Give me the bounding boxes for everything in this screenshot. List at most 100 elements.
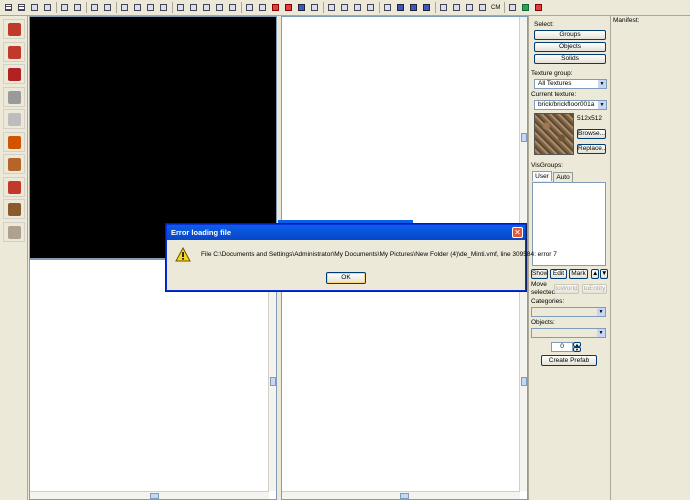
scroll-thumb[interactable]	[521, 133, 527, 142]
current-texture-value: brick/brickfloor001a	[538, 101, 595, 108]
flip-icon	[367, 4, 374, 11]
toolbar-rect-button[interactable]	[29, 2, 40, 13]
toolbar-grid-toggle-button[interactable]	[16, 2, 27, 13]
tab-auto[interactable]: Auto	[553, 172, 573, 182]
toolbar-ungroup-button[interactable]	[201, 2, 212, 13]
run-icon	[298, 4, 305, 11]
viewport-front-hscroll[interactable]	[30, 491, 269, 499]
overlay-icon	[8, 180, 21, 194]
toolbar-apply-button[interactable]	[257, 2, 268, 13]
toolbar-cut-button[interactable]	[119, 2, 130, 13]
tool-vertex-button[interactable]	[3, 221, 25, 242]
tool-camera-button[interactable]	[3, 64, 25, 84]
viewport-side[interactable]	[281, 259, 528, 500]
scroll-thumb[interactable]	[270, 377, 276, 386]
tool-magnify-button[interactable]	[3, 41, 25, 62]
toolbar-scale-button[interactable]	[227, 2, 238, 13]
toolbar-separator	[86, 2, 87, 13]
toolbar-blue1-button[interactable]	[395, 2, 406, 13]
toolbar-fit-button[interactable]	[533, 2, 544, 13]
toolbar-hollow-button[interactable]	[283, 2, 294, 13]
tool-overlay-button[interactable]	[3, 176, 25, 197]
toolbar-entities-button[interactable]	[451, 2, 462, 13]
categories-select[interactable]: ▼	[531, 307, 606, 317]
toolbar-map-button[interactable]	[72, 2, 83, 13]
toolbar-green-button[interactable]	[520, 2, 531, 13]
toolbar-separator	[323, 2, 324, 13]
viewport-front[interactable]	[29, 259, 277, 500]
count-spinner[interactable]: 0	[551, 342, 573, 352]
scale-icon	[229, 4, 236, 11]
toolbar-split-button[interactable]	[438, 2, 449, 13]
toolbar-paste-button[interactable]	[145, 2, 156, 13]
toolbar-cut2-button[interactable]	[158, 2, 169, 13]
scroll-thumb[interactable]	[521, 377, 527, 386]
texture-app-icon	[8, 135, 21, 149]
to-entity-button[interactable]: toEntity	[582, 284, 607, 294]
viewport-3d-camera[interactable]	[29, 16, 277, 259]
browse-button[interactable]: Browse...	[577, 129, 606, 139]
toolbar-cordon-button[interactable]	[326, 2, 337, 13]
viewport-side-vscroll[interactable]	[519, 260, 527, 491]
viewport-side-hscroll[interactable]	[282, 491, 520, 499]
select-objects-button[interactable]: Objects	[534, 42, 606, 52]
carve-icon	[272, 4, 279, 11]
texture-group-select[interactable]: All Textures ▼	[534, 79, 607, 89]
toolbar-vertex-button[interactable]	[339, 2, 350, 13]
toolbar-copy-button[interactable]	[132, 2, 143, 13]
tab-user[interactable]: User	[532, 171, 552, 181]
create-prefab-button[interactable]: Create Prefab	[541, 355, 597, 366]
viewport-top-vscroll[interactable]	[519, 17, 527, 252]
toolbar-grid-button[interactable]	[3, 2, 14, 13]
viewport-front-vscroll[interactable]	[268, 260, 276, 491]
toolbar-blue3-button[interactable]	[421, 2, 432, 13]
toolbar-group-button[interactable]	[188, 2, 199, 13]
scroll-thumb[interactable]	[150, 493, 159, 499]
toolbar-run-button[interactable]	[296, 2, 307, 13]
toolbar-undo-button[interactable]	[89, 2, 100, 13]
edit-button[interactable]: Edit	[550, 269, 567, 279]
toolbar-mirror-button[interactable]	[352, 2, 363, 13]
to-world-button[interactable]: toWorld	[554, 284, 579, 294]
close-button[interactable]: ✕	[512, 227, 523, 238]
tool-block-button[interactable]	[3, 109, 25, 129]
tool-selection-button[interactable]	[3, 19, 25, 39]
tool-clip-button[interactable]	[3, 199, 25, 219]
tool-apply-decal-button[interactable]	[3, 154, 25, 174]
toolbar-hide-button[interactable]	[175, 2, 186, 13]
chevron-down-icon: ▼	[597, 329, 605, 337]
toolbar-texture-app-button[interactable]	[309, 2, 320, 13]
toolbar-map-button[interactable]	[59, 2, 70, 13]
toolbar-flip-button[interactable]	[365, 2, 376, 13]
move-up-button[interactable]: ▲	[591, 269, 599, 279]
toolbar-hide-models-button[interactable]	[507, 2, 518, 13]
tool-texture-app-button[interactable]	[3, 131, 25, 152]
toolbar-helpers-button[interactable]	[477, 2, 488, 13]
current-texture-select[interactable]: brick/brickfloor001a ▼	[534, 100, 607, 110]
toolbar-cubes-button[interactable]	[464, 2, 475, 13]
mark-button[interactable]: Mark	[569, 269, 588, 279]
scroll-thumb[interactable]	[400, 493, 409, 499]
toolbar-blue2-button[interactable]	[408, 2, 419, 13]
replace-button[interactable]: Replace...	[577, 144, 606, 154]
move-down-button[interactable]: ▼	[600, 269, 608, 279]
toolbar-texture-button[interactable]	[244, 2, 255, 13]
grid-toggle-icon	[18, 4, 25, 11]
toolbar-redo-button[interactable]	[102, 2, 113, 13]
toolbar-cm-button[interactable]: CM	[490, 2, 501, 13]
spin-down-button[interactable]: ▼	[573, 347, 581, 352]
toolbar-prefab-button[interactable]	[214, 2, 225, 13]
ok-button[interactable]: OK	[326, 272, 366, 284]
selection-icon	[8, 23, 21, 36]
show-button[interactable]: Show	[531, 269, 548, 279]
select-solids-button[interactable]: Solids	[534, 54, 606, 64]
toolbar-rect-button[interactable]	[42, 2, 53, 13]
rect-icon	[31, 4, 38, 11]
toolbar-overlay-button[interactable]	[382, 2, 393, 13]
tool-entity-button[interactable]	[3, 86, 25, 107]
select-groups-button[interactable]: Groups	[534, 30, 606, 40]
rect-icon	[44, 4, 51, 11]
group-icon	[190, 4, 197, 11]
toolbar-carve-button[interactable]	[270, 2, 281, 13]
objects-select[interactable]: ▼	[531, 328, 606, 338]
